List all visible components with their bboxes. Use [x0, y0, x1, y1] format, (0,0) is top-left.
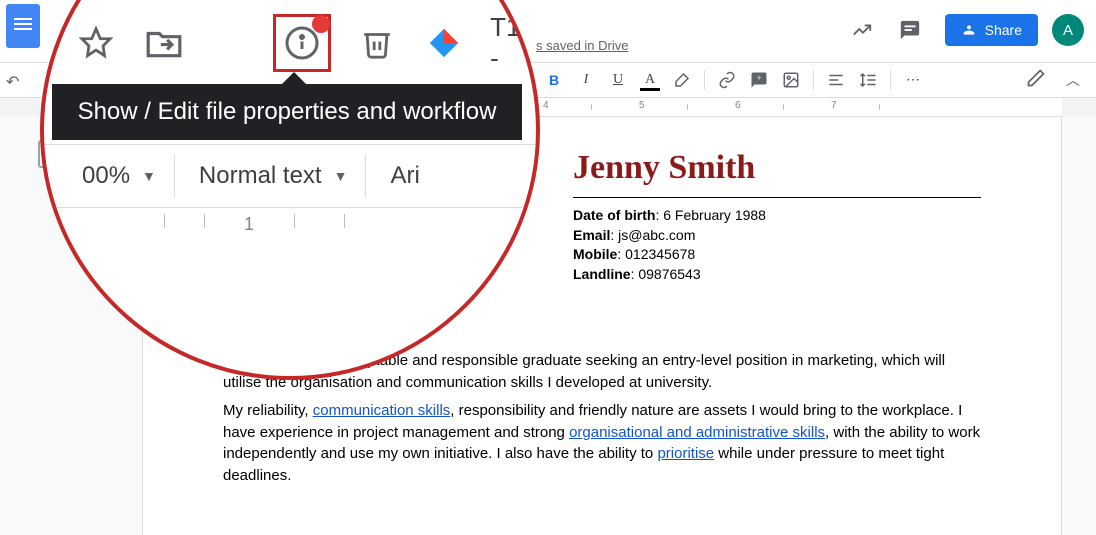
email-label: Email — [573, 227, 610, 243]
contact-block: Date of birth: 6 February 1988 Email: js… — [573, 206, 981, 284]
ruler-magnified: 1 — [44, 208, 536, 242]
chevron-down-icon: ▼ — [142, 168, 156, 184]
profile-paragraph-2: My reliability, communication skills, re… — [223, 400, 981, 487]
share-button[interactable]: Share — [945, 14, 1038, 46]
activity-icon[interactable] — [849, 17, 875, 43]
insert-image-button[interactable] — [777, 67, 805, 93]
star-icon[interactable] — [74, 21, 118, 65]
paragraph-style-select[interactable]: Normal text ▼ — [181, 154, 367, 198]
chevron-down-icon: ▼ — [334, 168, 348, 184]
ruler-number: 7 — [831, 100, 837, 111]
toolbar-separator — [813, 70, 814, 90]
bold-button[interactable]: B — [540, 67, 568, 93]
magnifier-overlay: T1 - Show / Edit file properties and wor… — [40, 0, 540, 380]
account-avatar[interactable]: A — [1052, 14, 1084, 46]
comment-icon[interactable] — [897, 17, 923, 43]
line-spacing-button[interactable] — [854, 67, 882, 93]
editing-mode-button[interactable] — [1026, 68, 1046, 93]
align-button[interactable] — [822, 67, 850, 93]
document-title: Jenny Smith — [573, 149, 981, 187]
insert-comment-button[interactable]: + — [745, 67, 773, 93]
trash-icon[interactable] — [355, 21, 399, 65]
diamond-addon-icon[interactable] — [422, 21, 466, 65]
mobile-value: 012345678 — [625, 246, 695, 262]
highlight-button[interactable] — [668, 67, 696, 93]
font-select[interactable]: Ari — [372, 154, 437, 198]
toolbar-separator — [704, 70, 705, 90]
dob-value: 6 February 1988 — [663, 207, 766, 223]
zoom-select[interactable]: 00% ▼ — [64, 154, 175, 198]
toolbar-separator — [890, 70, 891, 90]
more-button[interactable]: ⋯ — [899, 67, 927, 93]
landline-value: 09876543 — [638, 266, 700, 282]
t1-label[interactable]: T1 - — [490, 12, 536, 74]
link-communication-skills[interactable]: communication skills — [313, 402, 451, 419]
tooltip: Show / Edit file properties and workflow — [52, 84, 522, 140]
docs-logo-icon[interactable] — [6, 4, 40, 48]
mobile-label: Mobile — [573, 246, 617, 262]
divider — [573, 197, 981, 198]
ruler-number: 1 — [244, 214, 254, 235]
addon-toolbar: T1 - — [44, 12, 536, 74]
ruler-number: 4 — [543, 100, 549, 111]
ruler-number: 6 — [735, 100, 741, 111]
style-toolbar: 00% ▼ Normal text ▼ Ari — [44, 144, 536, 208]
svg-text:+: + — [756, 73, 761, 83]
insert-link-button[interactable] — [713, 67, 741, 93]
collapse-toolbar-button[interactable]: ︿ — [1066, 70, 1080, 90]
text-color-button[interactable]: A — [636, 67, 664, 93]
italic-button[interactable]: I — [572, 67, 600, 93]
save-status[interactable]: s saved in Drive — [536, 38, 628, 53]
email-value: js@abc.com — [618, 227, 695, 243]
underline-button[interactable]: U — [604, 67, 632, 93]
share-label: Share — [985, 22, 1022, 38]
landline-label: Landline — [573, 266, 631, 282]
vertical-ruler[interactable] — [0, 116, 18, 535]
notification-dot-icon — [312, 15, 330, 33]
link-organisational-skills[interactable]: organisational and administrative skills — [569, 424, 825, 441]
dob-label: Date of birth — [573, 207, 655, 223]
ruler-number: 5 — [639, 100, 645, 111]
move-icon[interactable] — [142, 21, 186, 65]
info-properties-button[interactable] — [273, 14, 331, 72]
link-prioritise[interactable]: prioritise — [657, 445, 714, 462]
